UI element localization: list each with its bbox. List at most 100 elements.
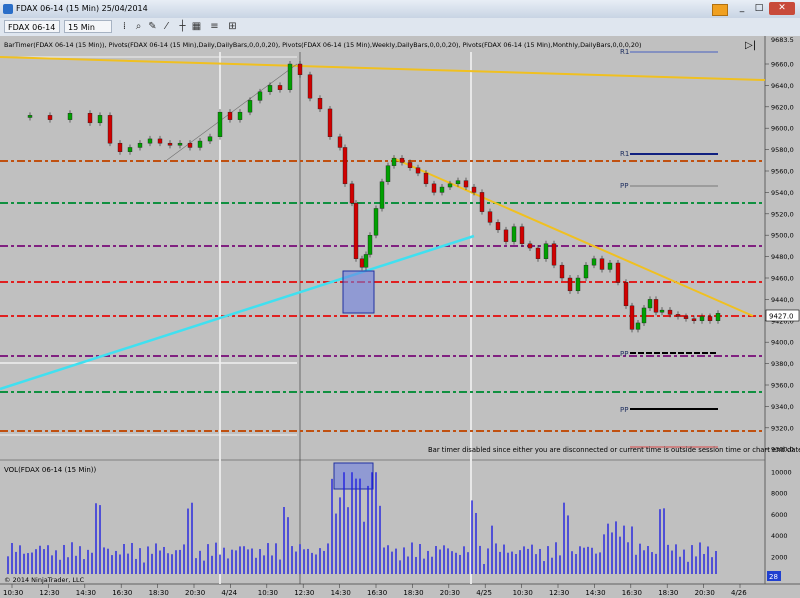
price-tick-label: 9560,0 bbox=[771, 168, 794, 176]
time-tick-label: 16:30 bbox=[622, 589, 642, 597]
price-tick-label: 9460,0 bbox=[771, 275, 794, 283]
highlight-box bbox=[333, 462, 374, 490]
draw-icon[interactable]: ⁄ bbox=[160, 20, 173, 33]
interval-selector[interactable]: 15 Min bbox=[64, 20, 112, 33]
time-tick-label: 14:30 bbox=[76, 589, 96, 597]
price-tick-label: 9600,0 bbox=[771, 125, 794, 133]
candle-body bbox=[667, 309, 673, 315]
price-tick-label: 9580,0 bbox=[771, 146, 794, 154]
bar-type-icon[interactable]: ⁞ bbox=[118, 20, 131, 33]
candle-body bbox=[635, 322, 641, 330]
candle-body bbox=[675, 314, 681, 317]
time-tick-label: 16:30 bbox=[367, 589, 387, 597]
candle-body bbox=[487, 211, 493, 223]
candle-body bbox=[237, 111, 243, 120]
candle-body bbox=[217, 111, 223, 137]
orange-flag-icon[interactable] bbox=[712, 4, 728, 16]
crosshair-icon[interactable]: ┼ bbox=[176, 20, 189, 33]
price-tick-label: 9440,0 bbox=[771, 296, 794, 304]
candle-body bbox=[342, 147, 348, 185]
candle-body bbox=[267, 85, 273, 93]
axis-top-label: 9683.5 bbox=[771, 36, 794, 44]
time-tick-label: 4/26 bbox=[731, 589, 747, 597]
candle-body bbox=[519, 226, 525, 244]
properties-icon[interactable]: ≡ bbox=[208, 20, 221, 33]
price-tick-label: 9520,0 bbox=[771, 210, 794, 218]
candle-body bbox=[423, 172, 429, 185]
candle-body bbox=[607, 262, 613, 270]
candle-body bbox=[379, 181, 385, 209]
highlight-box bbox=[342, 270, 375, 314]
candle-body bbox=[503, 229, 509, 242]
candle-body bbox=[599, 258, 605, 270]
window-titlebar: FDAX 06-14 (15 Min) 25/04/2014 _ □ ✕ bbox=[0, 0, 800, 19]
time-tick-label: 10:30 bbox=[258, 589, 278, 597]
volume-tick-label: 2000 bbox=[771, 553, 788, 561]
time-tick-label: 16:30 bbox=[112, 589, 132, 597]
candle-body bbox=[97, 115, 103, 124]
close-button[interactable]: ✕ bbox=[769, 2, 795, 15]
instrument-selector[interactable]: FDAX 06-14 bbox=[4, 20, 60, 33]
candle-body bbox=[87, 113, 93, 124]
time-tick-label: 14:30 bbox=[331, 589, 351, 597]
candle-body bbox=[207, 136, 213, 142]
volume-tick-label: 8000 bbox=[771, 490, 788, 498]
candle-body bbox=[391, 157, 397, 166]
volume-label: VOL(FDAX 06-14 (15 Min)) bbox=[4, 466, 97, 474]
candle-body bbox=[359, 258, 365, 268]
time-tick-label: 4/24 bbox=[221, 589, 237, 597]
candle-body bbox=[495, 222, 501, 231]
candle-body bbox=[127, 147, 133, 152]
candle-body bbox=[463, 180, 469, 188]
bartimer-message: Bar timer disabled since either you are … bbox=[428, 446, 800, 454]
collapse-panel-icon[interactable]: ▷| bbox=[745, 40, 759, 52]
candle-body bbox=[337, 136, 343, 148]
pencil-icon[interactable]: ✎ bbox=[146, 20, 159, 33]
price-tick-label: 9380,0 bbox=[771, 360, 794, 368]
candle-body bbox=[629, 305, 635, 330]
time-tick-label: 14:30 bbox=[585, 589, 605, 597]
minimize-button[interactable]: _ bbox=[735, 2, 749, 15]
candle-body bbox=[363, 254, 369, 268]
candle-body bbox=[615, 262, 621, 283]
zoom-icon[interactable]: ⌕ bbox=[132, 20, 145, 33]
candle-body bbox=[511, 226, 517, 242]
volume-tick-label: 4000 bbox=[771, 532, 788, 540]
candle-body bbox=[591, 258, 597, 266]
candle-body bbox=[317, 98, 323, 110]
candle-body bbox=[551, 243, 557, 266]
grid-icon[interactable]: ▦ bbox=[190, 20, 203, 33]
candle-body bbox=[287, 63, 293, 90]
candle-body bbox=[623, 282, 629, 307]
candle-body bbox=[415, 167, 421, 174]
chart-trader-icon[interactable]: ⊞ bbox=[226, 20, 239, 33]
candle-body bbox=[567, 277, 573, 292]
maximize-button[interactable]: □ bbox=[752, 2, 766, 15]
pivot-label: PP bbox=[620, 182, 628, 190]
indicator-text: BarTimer(FDAX 06-14 (15 Min)), Pivots(FD… bbox=[4, 41, 642, 49]
current-price-label: 9427.0 bbox=[769, 313, 794, 321]
time-tick-label: 10:30 bbox=[513, 589, 533, 597]
price-tick-label: 9360,0 bbox=[771, 382, 794, 390]
volume-tick-label: 10000 bbox=[771, 469, 792, 477]
time-tick-label: 4/25 bbox=[476, 589, 492, 597]
candle-body bbox=[699, 316, 705, 321]
chart-area[interactable]: R1 R1 PP PP PP 9660,0 9640,0 9620,0 9600,0 9580,0… bbox=[0, 36, 800, 598]
time-tick-label: 20:30 bbox=[695, 589, 715, 597]
price-tick-label: 9320,0 bbox=[771, 424, 794, 432]
price-tick-label: 9480,0 bbox=[771, 253, 794, 261]
candle-body bbox=[177, 142, 183, 146]
pivot-label: R1 bbox=[620, 150, 629, 158]
candle-body bbox=[157, 138, 163, 144]
candle-body bbox=[107, 115, 113, 144]
time-tick-label: 20:30 bbox=[185, 589, 205, 597]
price-tick-label: 9500,0 bbox=[771, 232, 794, 240]
candle-body bbox=[647, 299, 653, 309]
candle-body bbox=[543, 243, 549, 259]
current-volume-label: 28 bbox=[769, 573, 778, 581]
candle-body bbox=[167, 142, 173, 146]
candle-body bbox=[583, 264, 589, 279]
price-tick-label: 9400,0 bbox=[771, 339, 794, 347]
candle-body bbox=[559, 264, 565, 279]
candle-body bbox=[353, 202, 359, 259]
